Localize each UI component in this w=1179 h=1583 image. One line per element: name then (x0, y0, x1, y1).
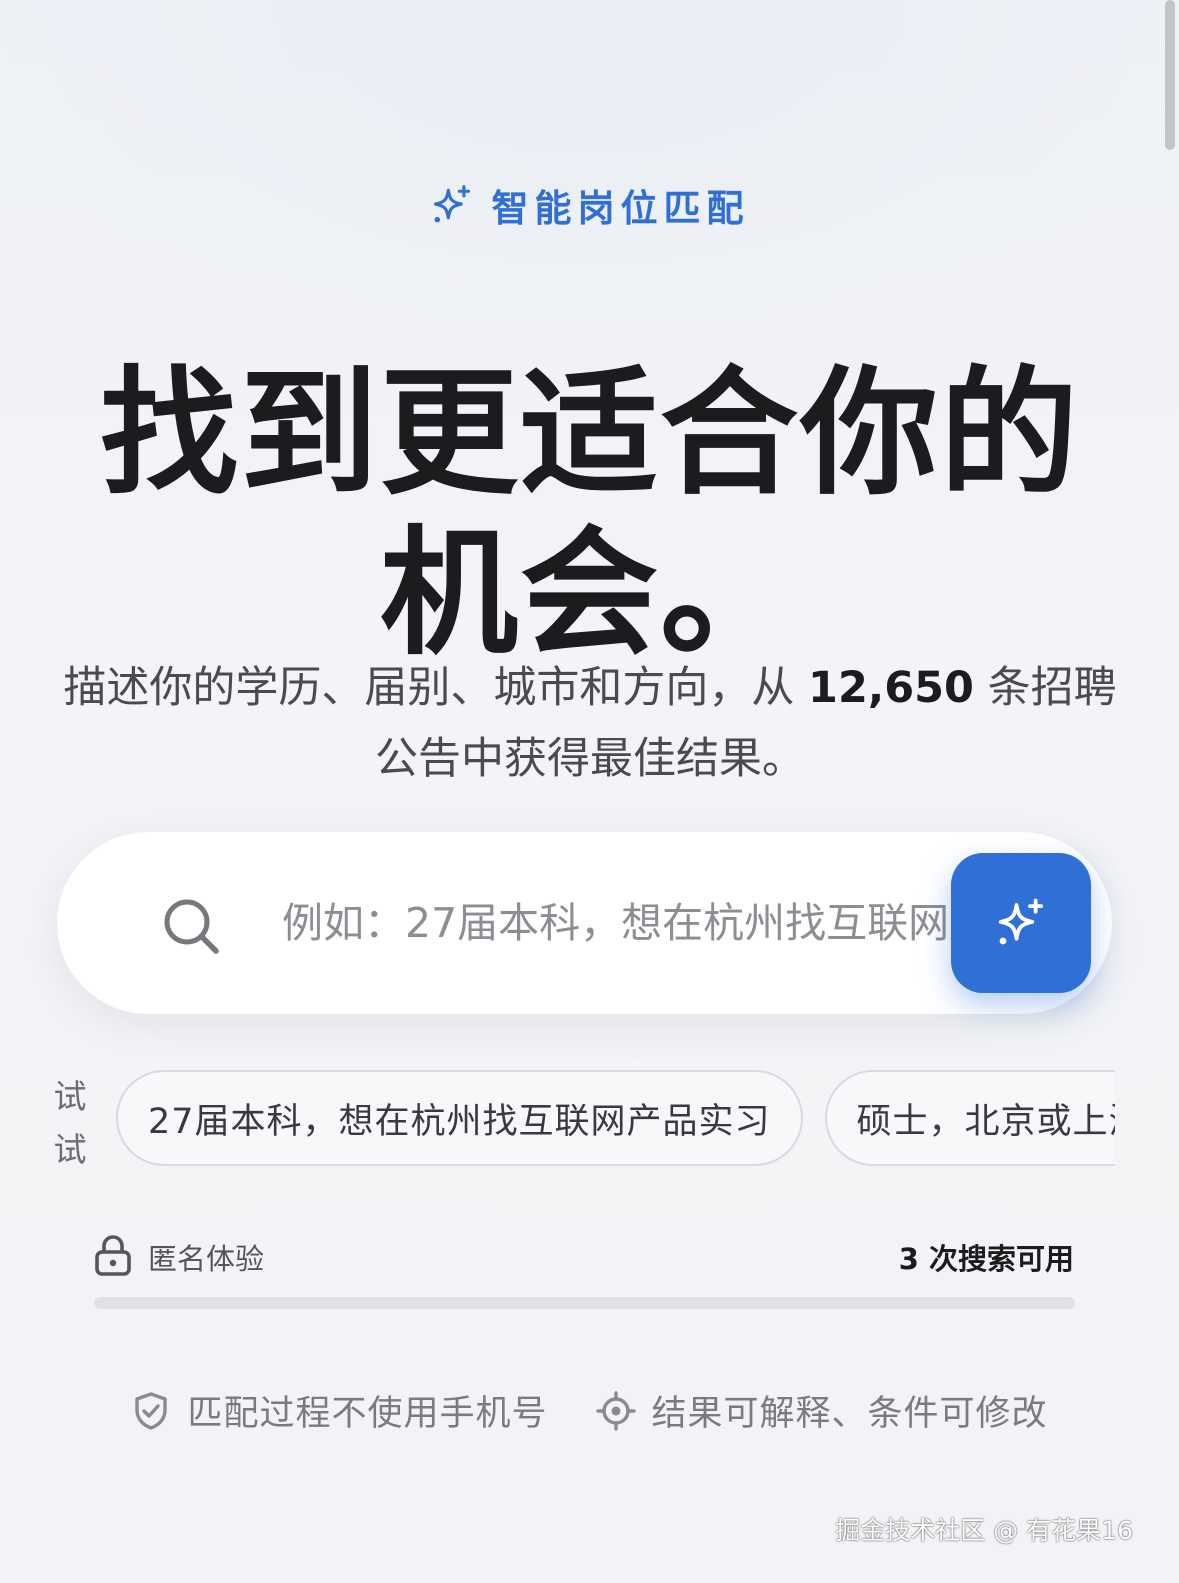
suggestions-label: 试试 (53, 1077, 87, 1169)
sparkles-icon (998, 898, 1044, 945)
lock-icon (95, 1235, 131, 1276)
search-submit-button[interactable] (951, 853, 1091, 993)
scrollbar[interactable] (1165, 0, 1175, 150)
watermark: 掘金技术社区 @ 有花果16 (835, 1516, 1133, 1545)
suggestion-chips-track: 27届本科，想在杭州找互联网产品实习 硕士，北京或上海， (116, 1070, 1115, 1166)
search-input[interactable] (282, 890, 962, 956)
suggestion-chip[interactable]: 27届本科，想在杭州找互联网产品实习 (116, 1070, 803, 1166)
feature-list: 匹配过程不使用手机号 结果可解释、条件可修改 (0, 1385, 1179, 1436)
usage-status: 匿名体验 3 次搜索可用 (94, 1230, 1074, 1280)
target-icon (595, 1390, 636, 1431)
page: 智能岗位匹配 找到更适合你的机会。 描述你的学历、届别、城市和方向，从 12,6… (0, 0, 1179, 1583)
search-quota-label: 3 次搜索可用 (898, 1242, 1074, 1276)
subtitle-before: 描述你的学历、届别、城市和方向，从 (63, 663, 809, 713)
shield-check-icon (135, 1391, 168, 1430)
page-subtitle: 描述你的学历、届别、城市和方向，从 12,650 条招聘公告中获得最佳结果。 (60, 653, 1120, 795)
page-title: 找到更适合你的机会。 (99, 353, 1080, 675)
suggestion-chips[interactable]: 27届本科，想在杭州找互联网产品实习 硕士，北京或上海， (116, 1070, 1115, 1166)
anonymous-mode-label: 匿名体验 (148, 1242, 265, 1276)
suggestion-chip[interactable]: 硕士，北京或上海， (824, 1070, 1115, 1166)
feature-text: 匹配过程不使用手机号 (187, 1394, 548, 1434)
sparkles-icon (433, 185, 470, 223)
feature-text: 结果可解释、条件可修改 (651, 1394, 1048, 1434)
search-icon (164, 899, 219, 954)
posting-count: 12,650 (808, 663, 974, 713)
feature-item: 匹配过程不使用手机号 (131, 1385, 547, 1436)
eyebrow-text: 智能岗位匹配 (491, 187, 750, 230)
eyebrow: 智能岗位匹配 (0, 178, 1179, 232)
quota-progress-bar (94, 1297, 1075, 1309)
feature-item: 结果可解释、条件可修改 (595, 1385, 1048, 1436)
